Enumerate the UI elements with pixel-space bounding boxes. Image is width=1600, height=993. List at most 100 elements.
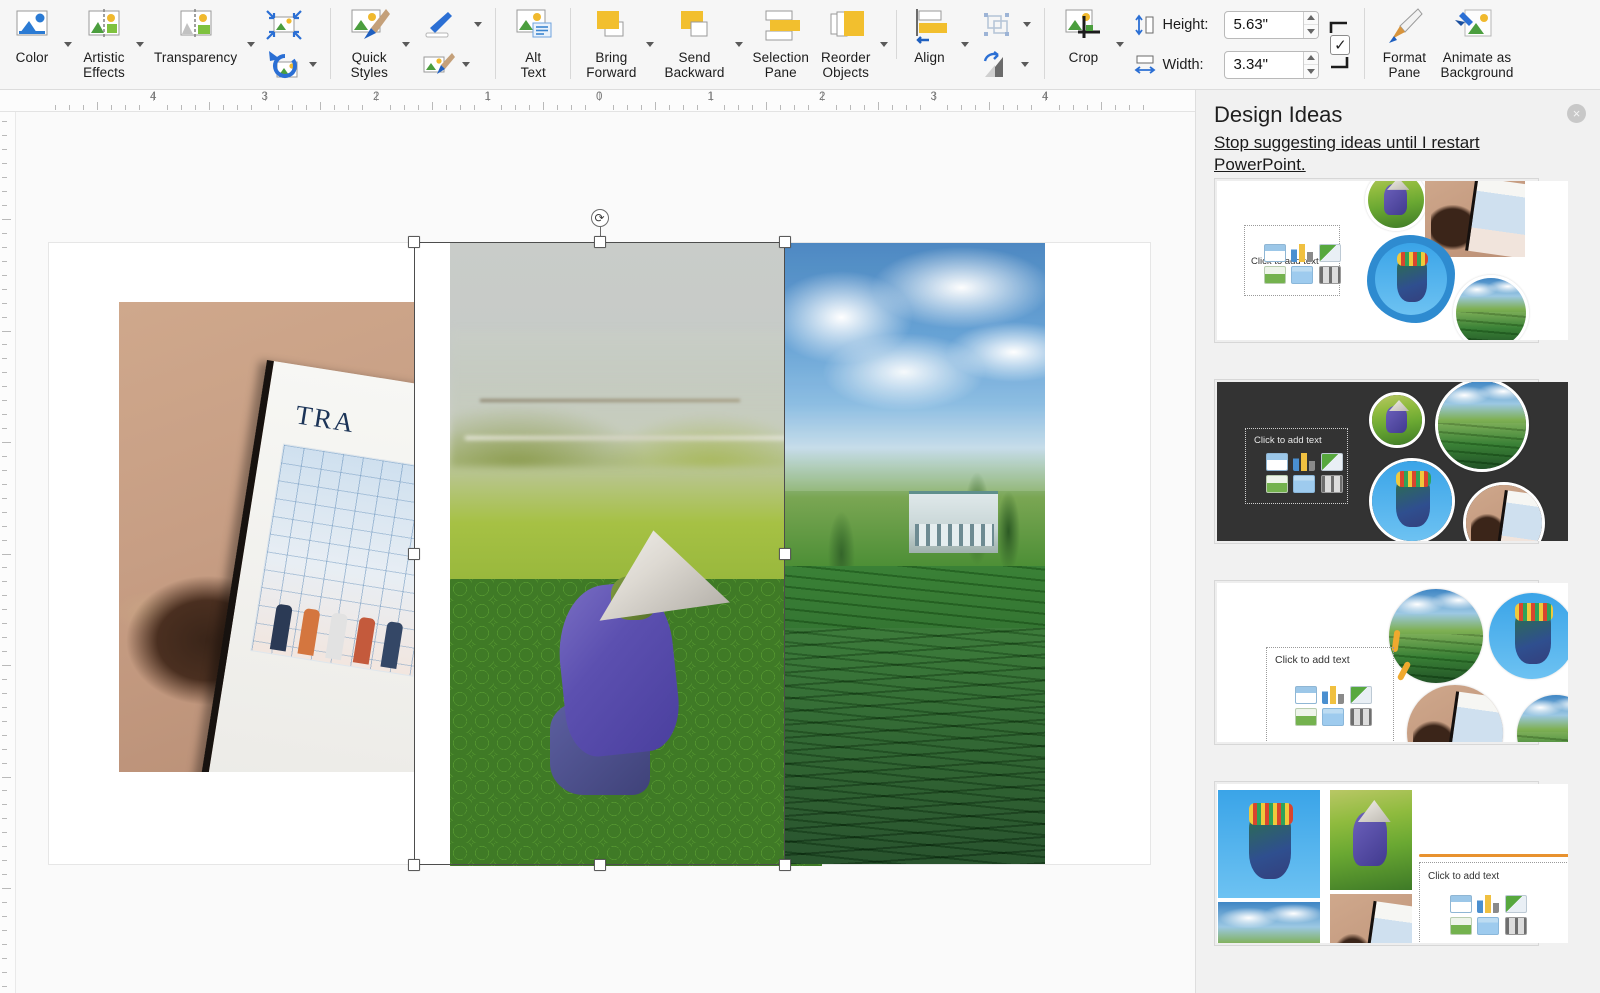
ruler-minor-tick: [2, 804, 7, 805]
resize-handle-top-left[interactable]: [408, 236, 420, 248]
align-dropdown[interactable]: [957, 0, 973, 89]
content-placeholder[interactable]: Click to add text: [1245, 428, 1348, 504]
width-stepper[interactable]: [1224, 51, 1319, 79]
chart-icon[interactable]: [1291, 244, 1313, 262]
quick-styles-dropdown[interactable]: [398, 0, 414, 89]
table-icon[interactable]: [1264, 244, 1286, 262]
ruler-minor-tick: [2, 400, 7, 401]
compress-pictures-button[interactable]: [259, 5, 321, 45]
video-icon[interactable]: [1350, 708, 1372, 726]
align-button[interactable]: Align: [901, 0, 957, 89]
smartart-icon[interactable]: [1321, 453, 1343, 471]
bring-forward-dropdown[interactable]: [642, 0, 658, 89]
table-icon[interactable]: [1295, 686, 1317, 704]
stock-images-icon[interactable]: [1477, 917, 1499, 935]
video-icon[interactable]: [1505, 917, 1527, 935]
picture-selection-box[interactable]: ⟳: [414, 242, 785, 865]
design-idea-2[interactable]: Click to add text: [1214, 379, 1539, 544]
video-icon[interactable]: [1321, 475, 1343, 493]
stock-images-icon[interactable]: [1291, 266, 1313, 284]
transparency-button[interactable]: Transparency: [148, 0, 243, 89]
magazine-flatlay-photo[interactable]: TRA: [119, 302, 415, 772]
picture-icon[interactable]: [1264, 266, 1286, 284]
stop-suggesting-ideas-link[interactable]: Stop suggesting ideas until I restart Po…: [1214, 132, 1514, 176]
animate-as-background-button[interactable]: Animate as Background: [1434, 0, 1519, 89]
artistic-effects-dropdown[interactable]: [132, 0, 148, 89]
send-backward-button[interactable]: Send Backward: [658, 0, 730, 89]
content-placeholder[interactable]: Click to add text: [1244, 225, 1340, 296]
table-icon[interactable]: [1266, 453, 1288, 471]
ruler-minor-tick: [2, 958, 7, 959]
resize-handle-top-center[interactable]: [594, 236, 606, 248]
reorder-objects-dropdown[interactable]: [876, 0, 892, 89]
reorder-objects-button[interactable]: Reorder Objects: [815, 0, 876, 89]
color-button[interactable]: Color: [4, 0, 60, 89]
alt-text-button[interactable]: Alt Text: [505, 0, 561, 89]
resize-handle-bottom-left[interactable]: [408, 859, 420, 871]
close-icon[interactable]: ×: [1567, 104, 1586, 123]
height-spin-buttons[interactable]: [1303, 12, 1318, 38]
width-input[interactable]: [1225, 52, 1303, 78]
format-pane-button[interactable]: Format Pane: [1374, 0, 1434, 89]
ruler-minor-tick: [195, 105, 196, 110]
tea-plantation-photo[interactable]: [784, 243, 1045, 864]
width-label: Width:: [1162, 57, 1218, 73]
chart-icon[interactable]: [1293, 453, 1315, 471]
smartart-icon[interactable]: [1350, 686, 1372, 704]
reset-picture-button[interactable]: [259, 45, 321, 85]
vertical-ruler[interactable]: [0, 112, 16, 993]
chart-icon[interactable]: [1477, 895, 1499, 913]
width-spin-up[interactable]: [1304, 52, 1318, 66]
picture-border-button[interactable]: [414, 5, 486, 45]
ruler-minor-tick: [2, 790, 7, 791]
resize-handle-bottom-center[interactable]: [594, 859, 606, 871]
height-stepper[interactable]: [1224, 11, 1319, 39]
width-spin-down[interactable]: [1304, 65, 1318, 78]
design-idea-1[interactable]: Click to add text: [1214, 178, 1539, 343]
picture-icon[interactable]: [1450, 917, 1472, 935]
design-idea-4[interactable]: Click to add text: [1214, 781, 1539, 946]
ruler-minor-tick: [641, 105, 642, 110]
crop-dropdown[interactable]: [1112, 0, 1128, 89]
lock-aspect-ratio-control[interactable]: ✓: [1325, 0, 1355, 89]
rotate-handle[interactable]: ⟳: [591, 209, 609, 227]
group-objects-button[interactable]: [973, 5, 1035, 45]
resize-handle-middle-right[interactable]: [779, 548, 791, 560]
smartart-icon[interactable]: [1319, 244, 1341, 262]
artistic-effects-button[interactable]: Artistic Effects: [76, 0, 132, 89]
color-dropdown[interactable]: [60, 0, 76, 89]
content-placeholder[interactable]: Click to add text: [1419, 862, 1568, 943]
resize-handle-top-right[interactable]: [779, 236, 791, 248]
height-spin-up[interactable]: [1304, 12, 1318, 26]
smartart-icon[interactable]: [1505, 895, 1527, 913]
table-icon[interactable]: [1450, 895, 1472, 913]
send-backward-dropdown[interactable]: [731, 0, 747, 89]
design-idea-3[interactable]: Click to add text: [1214, 580, 1539, 745]
video-icon[interactable]: [1319, 266, 1341, 284]
stock-images-icon[interactable]: [1293, 475, 1315, 493]
horizontal-ruler[interactable]: 432101234: [0, 90, 1195, 112]
picture-effects-button[interactable]: [414, 45, 486, 85]
content-placeholder[interactable]: Click to add text: [1266, 647, 1394, 742]
height-spin-down[interactable]: [1304, 25, 1318, 38]
crop-button[interactable]: Crop: [1054, 0, 1112, 89]
triangle-down-icon: [1307, 29, 1315, 34]
stock-images-icon[interactable]: [1322, 708, 1344, 726]
picture-icon[interactable]: [1266, 475, 1288, 493]
chart-icon[interactable]: [1322, 686, 1344, 704]
transparency-dropdown[interactable]: [243, 0, 259, 89]
height-input[interactable]: [1225, 12, 1303, 38]
resize-handle-bottom-right[interactable]: [779, 859, 791, 871]
slide-canvas[interactable]: TRA: [16, 112, 1195, 993]
width-spin-buttons[interactable]: [1303, 52, 1318, 78]
picture-icon[interactable]: [1295, 708, 1317, 726]
bring-forward-button[interactable]: Bring Forward: [580, 0, 642, 89]
resize-handle-middle-left[interactable]: [408, 548, 420, 560]
lock-aspect-checkbox[interactable]: ✓: [1330, 35, 1350, 55]
rotate-objects-button[interactable]: [973, 45, 1035, 85]
selection-pane-button[interactable]: Selection Pane: [747, 0, 815, 89]
design-ideas-panel[interactable]: Design Ideas × Stop suggesting ideas unt…: [1195, 90, 1600, 993]
quick-styles-button[interactable]: Quick Styles: [340, 0, 398, 89]
ribbon-group-arrange: Bring Forward Send Backward: [576, 0, 1039, 89]
ruler-minor-tick: [613, 105, 614, 110]
